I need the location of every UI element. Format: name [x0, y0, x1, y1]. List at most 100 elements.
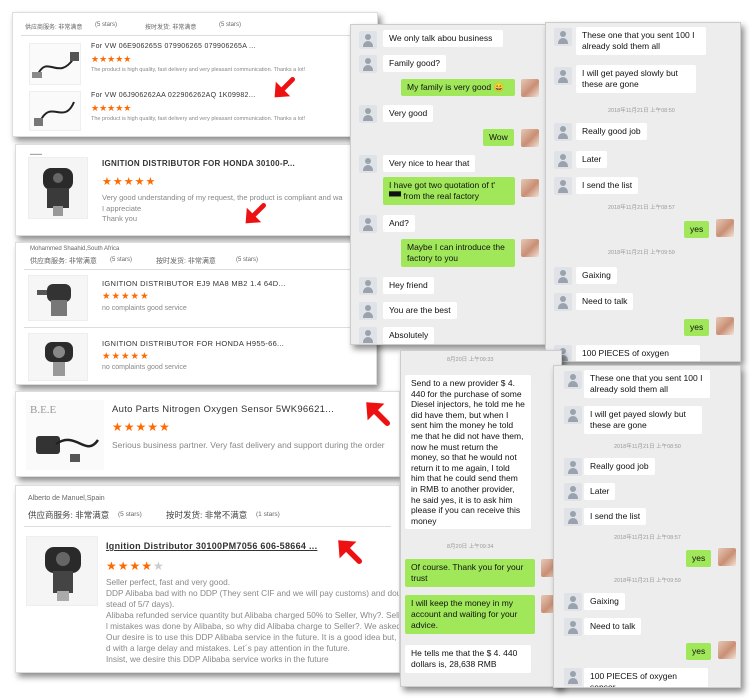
- timestamp: 2018年11月21日 上午08:57: [614, 535, 681, 541]
- contact-avatar: [359, 327, 377, 344]
- chat-message-received: Need to talk: [584, 618, 642, 635]
- chat-message-received: Really good job: [576, 123, 647, 140]
- oxygen-sensor-image: [34, 101, 75, 126]
- user-avatar: [716, 317, 734, 335]
- product-thumbnail[interactable]: [29, 91, 81, 131]
- review-comment: The product is high quality, fast delive…: [91, 67, 306, 73]
- contact-avatar: [564, 483, 582, 501]
- supplier-rating-stars: (5 stars): [110, 257, 133, 263]
- review-panel-5: Alberto de Manuel,Spain 供应商服务: 非常满意 (5 s…: [15, 485, 400, 673]
- chat-message-received: Hey friend: [383, 277, 434, 294]
- distributor-image: [37, 284, 71, 316]
- distributor-image: [45, 547, 81, 601]
- chat-message-sent: yes: [686, 643, 712, 660]
- rating-stars: ★★★★★: [102, 351, 150, 362]
- contact-avatar: [564, 508, 582, 526]
- timestamp: 2018年11月21日 上午08:50: [608, 108, 675, 114]
- rating-stars: ★★★★★: [102, 291, 150, 302]
- product-title[interactable]: IGNITION DISTRIBUTOR FOR HONDA 30100-P..…: [102, 159, 295, 168]
- contact-avatar: [359, 31, 377, 49]
- product-thumbnail[interactable]: [29, 43, 81, 85]
- rating-stars: ★★★★★: [91, 103, 132, 113]
- review-comment: Serious business partner. Very fast deli…: [112, 440, 385, 450]
- chat-message-sent: Wow: [483, 129, 514, 146]
- contact-avatar: [359, 55, 377, 73]
- rating-star-empty: ★: [153, 559, 165, 573]
- supplier-rating-label: 供应商服务: 非常满意: [28, 510, 110, 520]
- chat-message-received: Gaixing: [584, 593, 625, 610]
- chat-message-received: Need to talk: [576, 293, 634, 310]
- review-comment-line: d with a large delay and mistakes. Let´s…: [106, 643, 350, 653]
- chat-message-sent: My family is very good 😄: [401, 79, 515, 96]
- chat-message-received: Later: [584, 483, 616, 500]
- red-arrow-icon: [334, 536, 362, 564]
- review-panel-2: ▬▬▬ IGNITION DISTRIBUTOR FOR HONDA 30100…: [15, 144, 377, 236]
- chat-message-received: Very good: [383, 105, 434, 122]
- shipping-rating-label: 按时发货: 非常不满意: [166, 510, 248, 520]
- brand-logo: B.E.E: [30, 404, 57, 416]
- product-title[interactable]: Ignition Distributor 30100PM7056 606-586…: [106, 541, 317, 551]
- rating-stars: ★★★★★: [91, 54, 132, 64]
- contact-avatar: [554, 28, 572, 46]
- shipping-rating-stars: (1 stars): [256, 511, 280, 518]
- user-avatar: [718, 548, 736, 566]
- review-comment-line: Thank you: [102, 214, 138, 223]
- supplier-rating-stars: (5 stars): [118, 511, 142, 518]
- review-comment-line: Insist, we desire this DDP Alibaba servi…: [106, 654, 329, 664]
- review-comment-line: Seller perfect, fast and very good.: [106, 577, 231, 587]
- product-title[interactable]: For VW 06E906265S 079906265 079906265A .…: [91, 43, 256, 50]
- shipping-rating-stars: (5 stars): [236, 257, 259, 263]
- red-arrow-icon: [242, 203, 266, 227]
- chat-message-received: These one that you sent 100 I already so…: [576, 27, 706, 55]
- contact-avatar: [564, 618, 582, 636]
- chat-message-received: You are the best: [383, 302, 457, 319]
- review-comment: no complaints good service: [102, 364, 187, 371]
- rating-stars: ★★★★★: [106, 559, 165, 573]
- chat-message-received: 100 PIECES of oxygen sensor: [576, 345, 700, 361]
- product-thumbnail[interactable]: [28, 333, 88, 381]
- product-title[interactable]: IGNITION DISTRIBUTOR EJ9 MA8 MB2 1.4 64D…: [102, 279, 286, 288]
- user-avatar: [521, 179, 539, 197]
- timestamp: 2018年11月21日 上午09:59: [614, 578, 681, 584]
- red-arrow-icon: [362, 398, 390, 426]
- product-thumbnail[interactable]: [26, 536, 98, 606]
- chat-message-sent: Maybe I can introduce the factory to you: [401, 239, 515, 267]
- timestamp: 8月20日 上午09:33: [447, 357, 494, 363]
- review-comment-line: stead of 5/7 days).: [106, 599, 175, 609]
- product-title[interactable]: For VW 06J906262AA 022906262AQ 1K09982..…: [91, 92, 255, 99]
- chat-message-received: Send to a new provider $ 4. 440 for the …: [405, 375, 531, 530]
- rating-stars-filled: ★★★★: [106, 559, 154, 573]
- timestamp: 8月20日 上午09:34: [447, 544, 494, 550]
- product-thumbnail[interactable]: [28, 275, 88, 321]
- chat-message-received: And?: [383, 215, 415, 232]
- contact-avatar: [554, 67, 572, 85]
- red-arrow-icon: [271, 77, 295, 101]
- product-thumbnail[interactable]: [28, 157, 88, 219]
- product-thumbnail[interactable]: B.E.E: [26, 400, 104, 470]
- review-panel-3: Mohammed Shaahid,South Africa 供应商服务: 非常满…: [15, 242, 377, 385]
- store-logo: ▬▬▬: [30, 151, 42, 156]
- review-comment-line: Our desire is to use this DDP Alibaba se…: [106, 632, 397, 642]
- product-title[interactable]: IGNITION DISTRIBUTOR FOR HONDA H955-66..…: [102, 339, 284, 348]
- contact-avatar: [359, 302, 377, 320]
- chat-message-sent: yes: [686, 550, 712, 567]
- user-avatar: [521, 79, 539, 97]
- contact-avatar: [359, 215, 377, 233]
- contact-avatar: [359, 105, 377, 123]
- supplier-rating-stars: (5 stars): [95, 22, 118, 28]
- chat-message-sent: I have got two quotation of t' ▀▀ from t…: [383, 177, 515, 205]
- contact-avatar: [554, 151, 572, 169]
- user-avatar: [716, 219, 734, 237]
- chat-message-received: These one that you sent 100 I already so…: [584, 370, 710, 398]
- user-avatar: [718, 641, 736, 659]
- chat-message-received: Very nice to hear that: [383, 155, 476, 172]
- user-avatar: [521, 129, 539, 147]
- chat-message-sent: I will keep the money in my account and …: [405, 595, 535, 634]
- contact-avatar: [554, 123, 572, 141]
- chat-message-sent: Of course. Thank you for your trust: [405, 559, 535, 587]
- reviewer-name: Alberto de Manuel,Spain: [28, 495, 105, 502]
- chat-message-received: Family good?: [383, 55, 447, 72]
- product-title[interactable]: Auto Parts Nitrogen Oxygen Sensor 5WK966…: [112, 404, 334, 415]
- supplier-rating-label: 供应商服务: 非常满意: [30, 258, 97, 265]
- contact-avatar: [554, 293, 572, 311]
